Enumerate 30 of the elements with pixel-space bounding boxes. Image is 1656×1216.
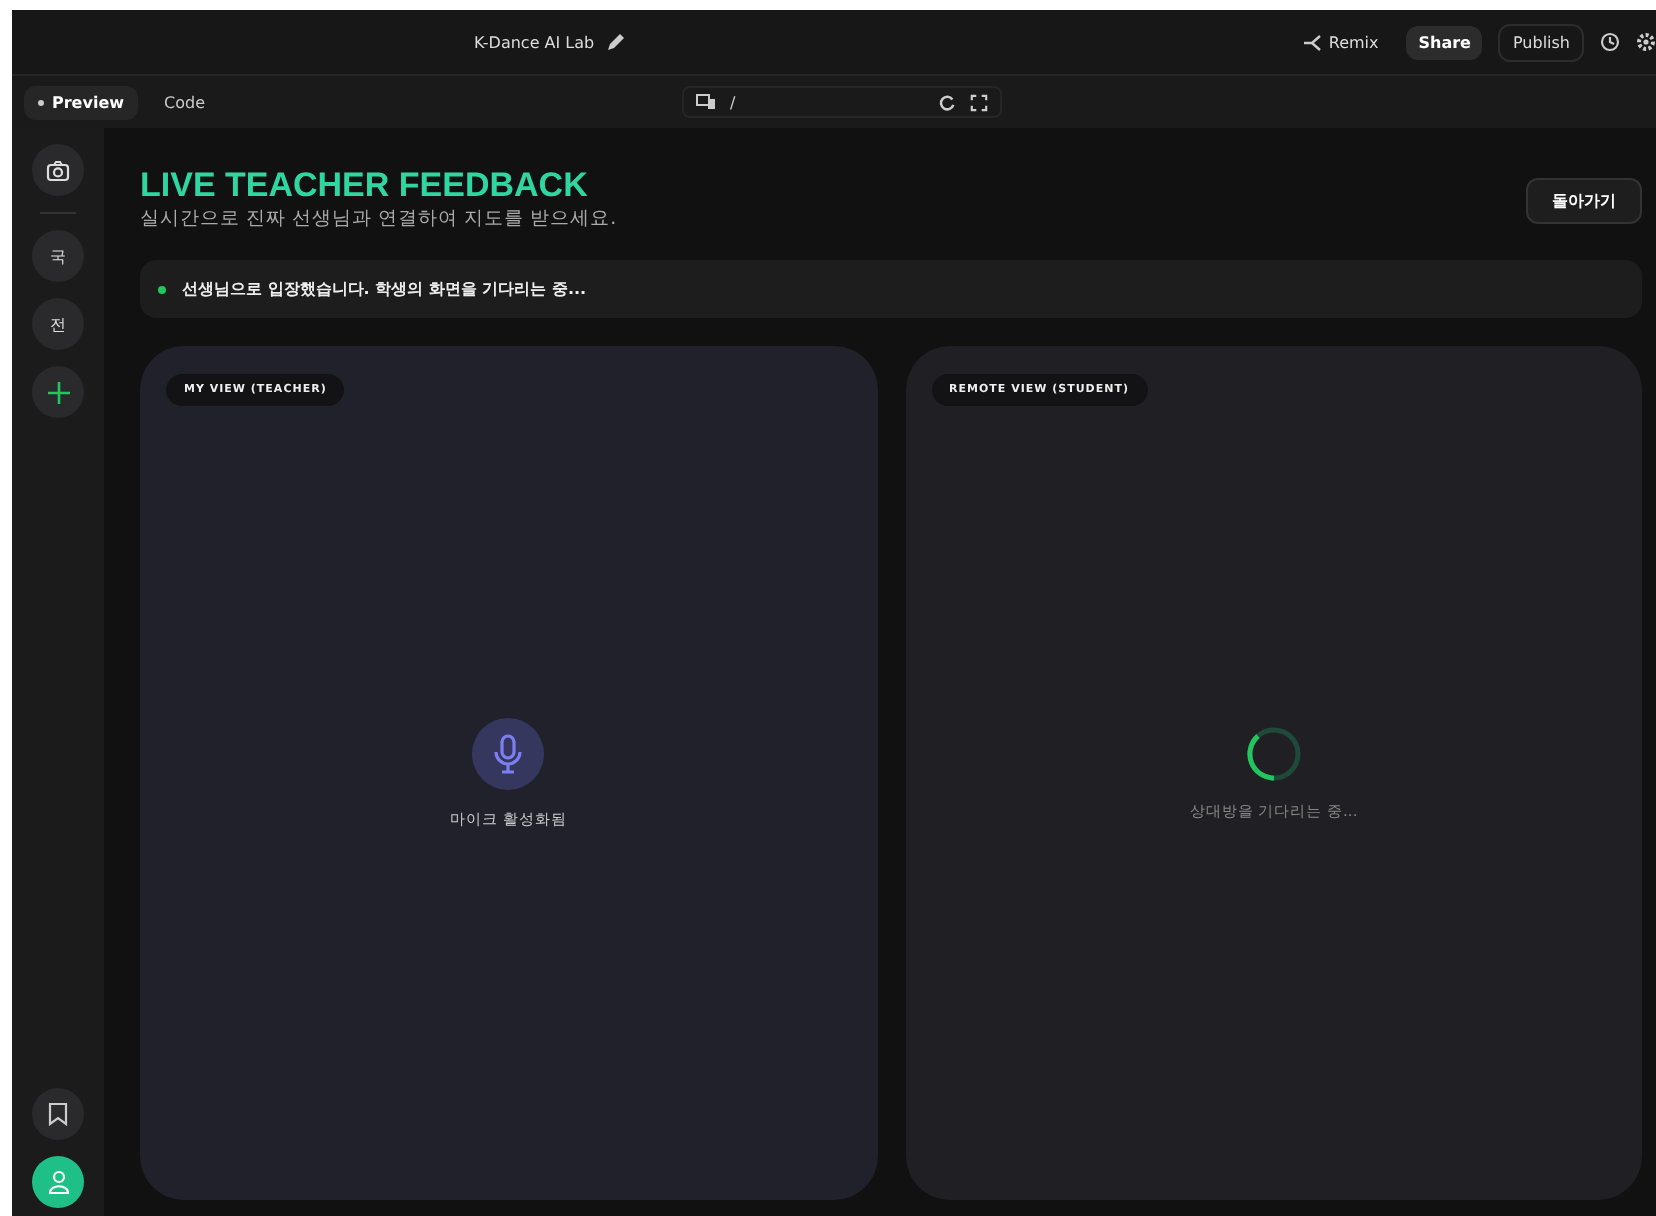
history-icon[interactable] (1600, 32, 1620, 52)
bookmark-icon (48, 1102, 68, 1126)
settings-icon[interactable] (1636, 32, 1656, 52)
back-button[interactable]: 돌아가기 (1526, 178, 1642, 224)
sidebar-item[interactable]: 국 (32, 230, 84, 282)
share-button[interactable]: Share (1406, 25, 1483, 59)
remix-button[interactable]: Remix (1290, 25, 1391, 59)
project-title: K-Dance AI Lab (474, 33, 595, 51)
profile-button[interactable] (32, 1156, 84, 1208)
bookmark-button[interactable] (32, 1088, 84, 1140)
page-title: LIVE TEACHER FEEDBACK (140, 166, 590, 206)
fullscreen-icon[interactable] (970, 93, 988, 111)
loading-spinner (1245, 725, 1302, 781)
pencil-icon[interactable] (606, 32, 627, 52)
view-tab[interactable]: Code (150, 85, 219, 119)
user-icon (47, 1170, 69, 1194)
refresh-icon[interactable] (938, 93, 956, 111)
page-subtitle: 실시간으로 진짜 선생님과 연결하여 지도를 받으세요. (140, 206, 617, 232)
microphone-icon (472, 717, 545, 789)
publish-button[interactable]: Publish (1498, 23, 1584, 61)
camera-button[interactable] (32, 144, 84, 196)
camera-icon (46, 159, 70, 181)
add-button[interactable] (32, 366, 84, 418)
plus-icon (47, 381, 69, 403)
share-arrows-icon (1302, 33, 1323, 51)
url-field[interactable]: / (682, 86, 1002, 118)
status-text: 선생님으로 입장했습니다. 학생의 화면을 기다리는 중... (182, 278, 587, 300)
sidebar-item[interactable]: 전 (32, 298, 84, 350)
devices-icon (696, 94, 716, 110)
view-tab[interactable]: Preview (24, 85, 139, 119)
